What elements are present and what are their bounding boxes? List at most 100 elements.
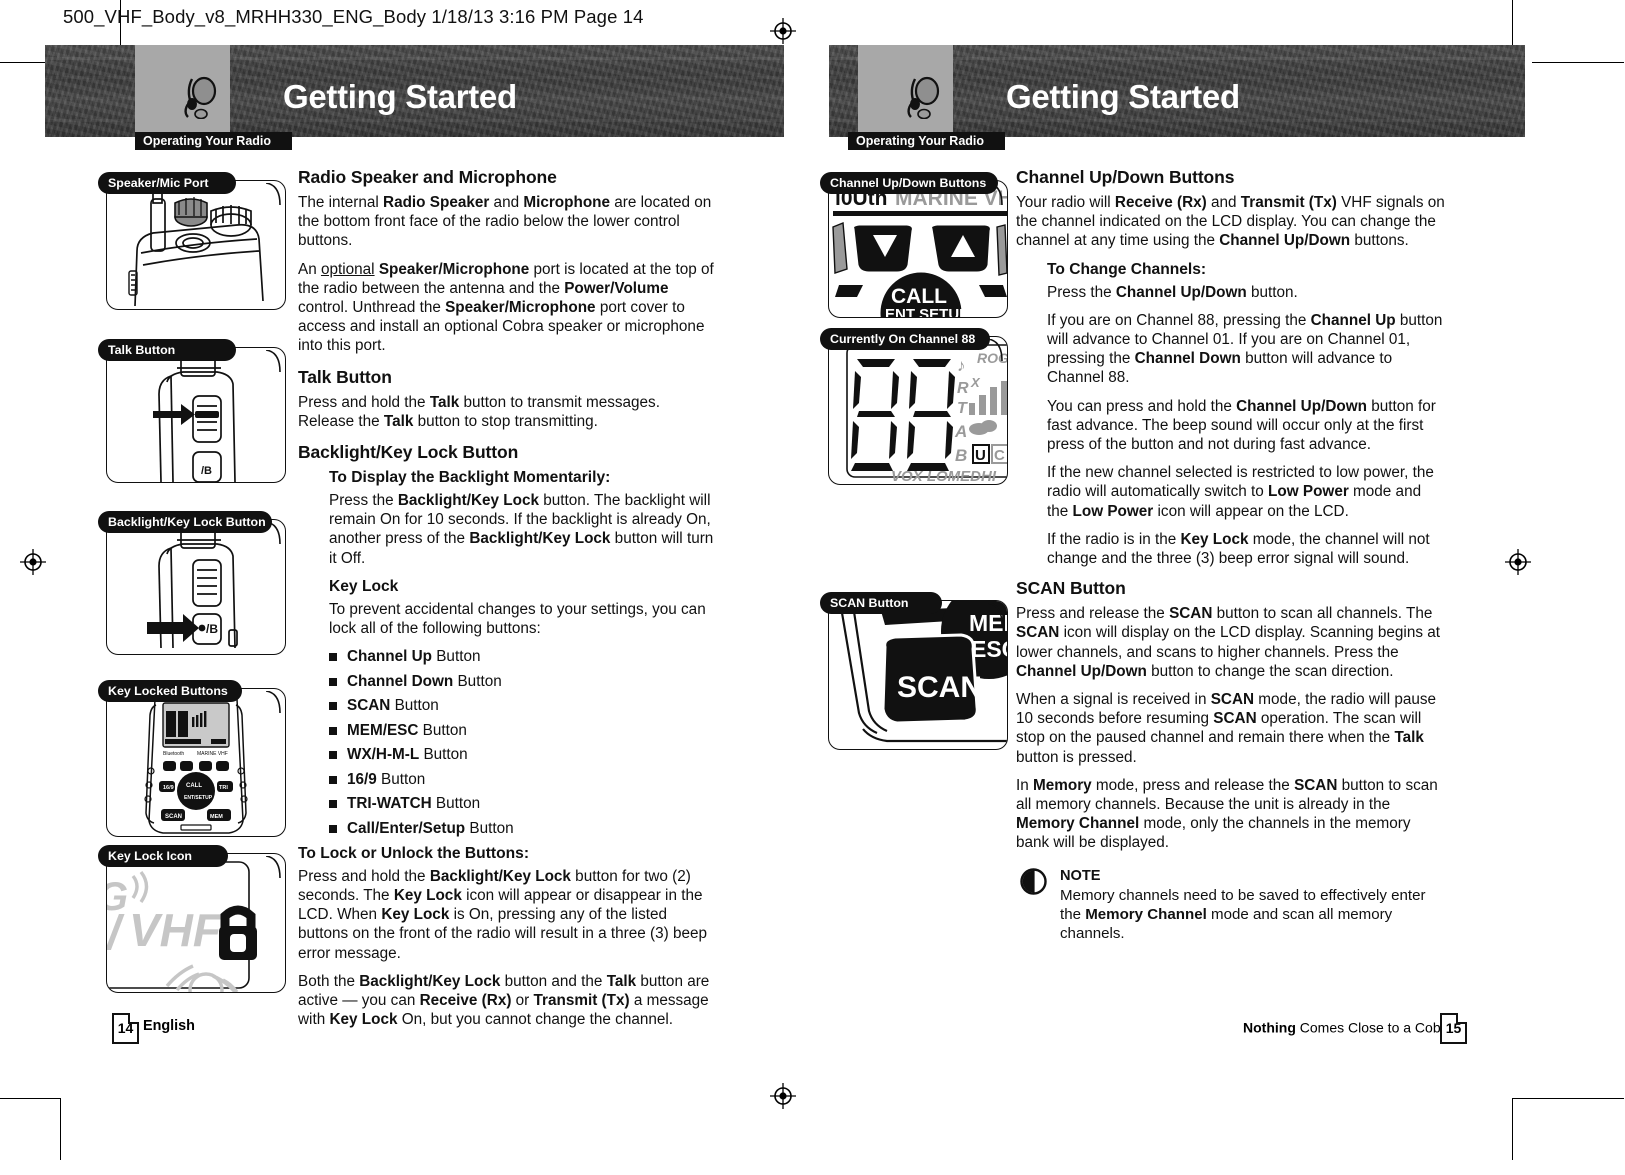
figure-frame: MEM ESC SCAN [828,600,1008,750]
list-item: WX/H-M-L Button [329,745,714,764]
left-page-body-column: Radio Speaker and Microphone The interna… [298,167,714,1038]
figure-frame: l0Uth MARINE VHF CALL ENT SETUP [828,180,1008,318]
radio-top-illustration [107,181,285,309]
subheading-display-backlight-momentarily: To Display the Backlight Momentarily: [329,469,611,487]
paragraph: The internal Radio Speaker and Microphon… [298,194,712,250]
figure-label: Key Lock Icon [98,845,228,867]
figure-label: Key Locked Buttons [98,680,242,702]
note-block: NOTE Memory channels need to be saved to… [1016,867,1446,943]
figure-key-locked-buttons: Cobra Bluetooth MARINE VHF [98,680,286,838]
radio-keypad-illustration: l0Uth MARINE VHF CALL ENT SETUP [829,181,1007,317]
left-page-section-tab: Operating Your Radio [135,132,292,150]
figure-scan-button: MEM ESC SCAN SCAN Button [820,592,1008,752]
svg-text:Bluetooth: Bluetooth [163,751,184,757]
figure-speaker-mic-port: Speaker/Mic Port [98,172,286,312]
figure-channel-up-down-buttons: l0Uth MARINE VHF CALL ENT SETUP [820,172,1008,320]
svg-text:MARINE VHF: MARINE VHF [197,751,228,757]
lcd-u-text: U [975,447,986,464]
radio-front-illustration: Cobra Bluetooth MARINE VHF [107,689,285,836]
svg-text:MEM: MEM [210,814,223,820]
subheading-to-change-channels: To Change Channels: [1047,260,1207,278]
lcd-music-note-icon: ♪ [957,356,966,375]
paragraph: If the radio is in the Key Lock mode, th… [1047,530,1430,568]
prepress-slug-line: 500_VHF_Body_v8_MRHH330_ENG_Body 1/18/13… [63,6,644,27]
tagline-bold: Nothing [1243,1019,1296,1036]
registration-mark-bottom [770,1083,796,1109]
paragraph: An optional Speaker/Microphone port is l… [298,260,714,355]
paragraph: Press and hold the Talk button to transm… [298,393,660,430]
right-page-number: 15 [1440,1013,1467,1044]
scan-button-label: SCAN [897,671,982,704]
headset-icon-left [179,73,221,120]
paragraph: Your radio will Receive (Rx) and Transmi… [1016,194,1445,250]
figure-label: Channel Up/Down Buttons [820,172,998,194]
esc-button-label: ESC [971,636,1007,662]
lcd-usa-canada-indicator: U C [972,444,1007,464]
svg-text:16/9: 16/9 [163,785,174,791]
radio-side-backlight-illustration: /B [107,520,285,654]
list-item: Channel Up Button [329,647,714,666]
callout-connector [266,856,281,879]
registration-mark-left [20,549,46,575]
subheading-lock-unlock-buttons: To Lock or Unlock the Buttons: [298,844,530,862]
section-heading-backlight-key-lock-button: Backlight/Key Lock Button [298,442,519,463]
lcd-t-text: T [957,400,968,417]
right-page-tagline: Nothing Comes Close to a Cobra® [1243,1019,1460,1036]
lcd-r-text: R [957,380,969,397]
right-page-title: Getting Started [1006,78,1240,115]
lcd-a-text: A [954,422,967,441]
section-heading-radio-speaker-microphone: Radio Speaker and Microphone [298,167,557,187]
spread-gutter [784,45,829,137]
note-title: NOTE [1060,867,1101,884]
callout-connector [266,691,281,714]
list-item: 16/9 Button [329,770,714,789]
call-button-label: CALL [891,285,947,308]
figure-label: SCAN Button [820,592,942,614]
callout-connector [266,183,281,206]
tagline-rest: Comes Close to a Cobra [1295,1019,1454,1036]
figure-frame: /B [106,347,286,483]
figure-key-lock-icon: G / VHF [98,845,286,995]
figure-frame [106,180,286,310]
left-page-number: 14 [112,1013,139,1044]
figure-label: Currently On Channel 88 [820,328,990,350]
figure-frame: Cobra Bluetooth MARINE VHF [106,688,286,837]
manual-page-spread: 500_VHF_Body_v8_MRHH330_ENG_Body 1/18/13… [0,0,1625,1175]
paragraph: Press the Backlight/Key Lock button. The… [329,492,714,567]
svg-text:/B: /B [206,622,218,636]
note-icon [1020,867,1047,895]
list-item: Call/Enter/Setup Button [329,819,714,838]
registration-mark-top [770,18,796,44]
list-item: Channel Down Button [329,672,714,691]
lcd-vhf-text: VHF [129,904,223,956]
paragraph: Both the Backlight/Key Lock button and t… [298,972,710,1029]
key-lock-button-list: Channel Up Button Channel Down Button SCAN… [298,647,714,838]
lcd-vox-lo-med-hi-text: VOX LOMEDHI [891,468,997,484]
right-page-header: Getting Started Operating Your Radio [848,45,1518,150]
section-heading-scan-button: SCAN Button [1016,578,1126,599]
list-item: MEM/ESC Button [329,721,714,740]
paragraph: If you are on Channel 88, pressing the C… [1047,311,1443,387]
svg-text:/B: /B [201,465,212,477]
left-page-title: Getting Started [283,78,517,115]
paragraph: If the new channel selected is restricte… [1047,464,1434,520]
left-page-header: Getting Started Operating Your Radio [135,45,785,150]
crop-mark-bottom-left-v [60,1098,62,1160]
list-item: SCAN Button [329,696,714,715]
figure-frame: ♪ ROG R X T A B U C VOX LOMEDHI [828,336,1008,485]
crop-mark-bottom-left-h [0,1098,60,1100]
paragraph: Press the Channel Up/Down button. [1047,283,1298,301]
lcd-digit-8-right [907,359,955,471]
lcd-key-lock-illustration: G / VHF [107,854,285,992]
left-page-language-label: English [143,1018,195,1034]
crop-mark-bottom-right-h [1512,1098,1624,1100]
figure-label: Speaker/Mic Port [98,172,236,194]
list-item: TRI-WATCH Button [329,794,714,813]
svg-text:ENT/SETUP: ENT/SETUP [184,795,213,801]
crop-mark-bottom-right-v [1512,1098,1514,1160]
paragraph: You can press and hold the Channel Up/Do… [1047,397,1436,454]
paragraph: In Memory mode, press and release the SC… [1016,776,1438,852]
right-page-section-tab: Operating Your Radio [848,132,1005,150]
lcd-b-text: B [955,446,967,465]
figure-backlight-key-lock-button: /B Backlight/Key Lock Button [98,511,286,656]
